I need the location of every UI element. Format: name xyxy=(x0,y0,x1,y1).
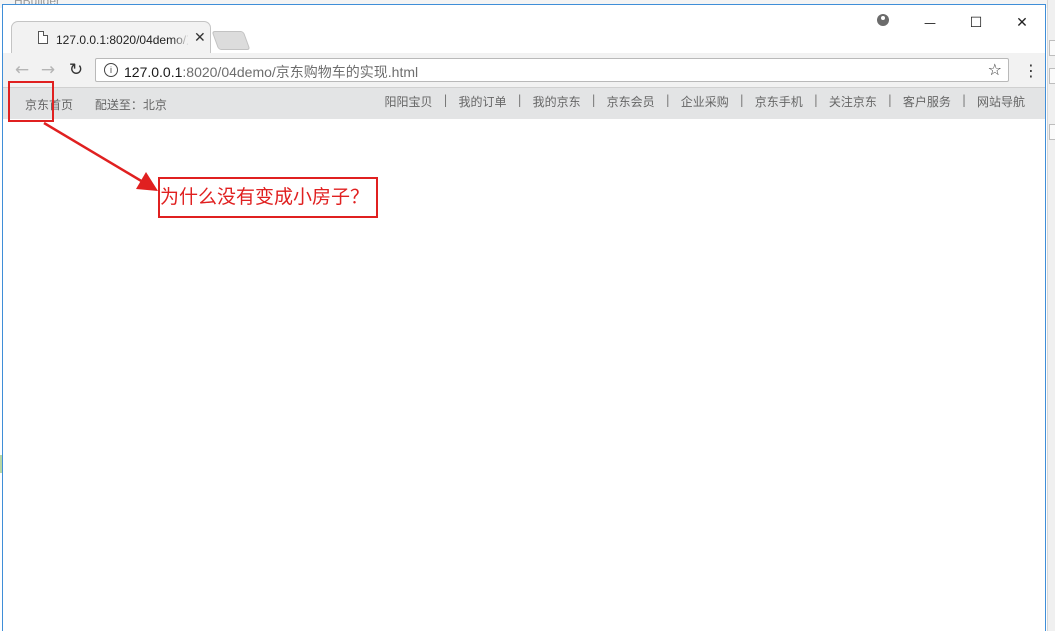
annotation-arrow xyxy=(43,121,158,191)
annotation-question: 为什么没有变成小房子？ xyxy=(158,177,378,218)
